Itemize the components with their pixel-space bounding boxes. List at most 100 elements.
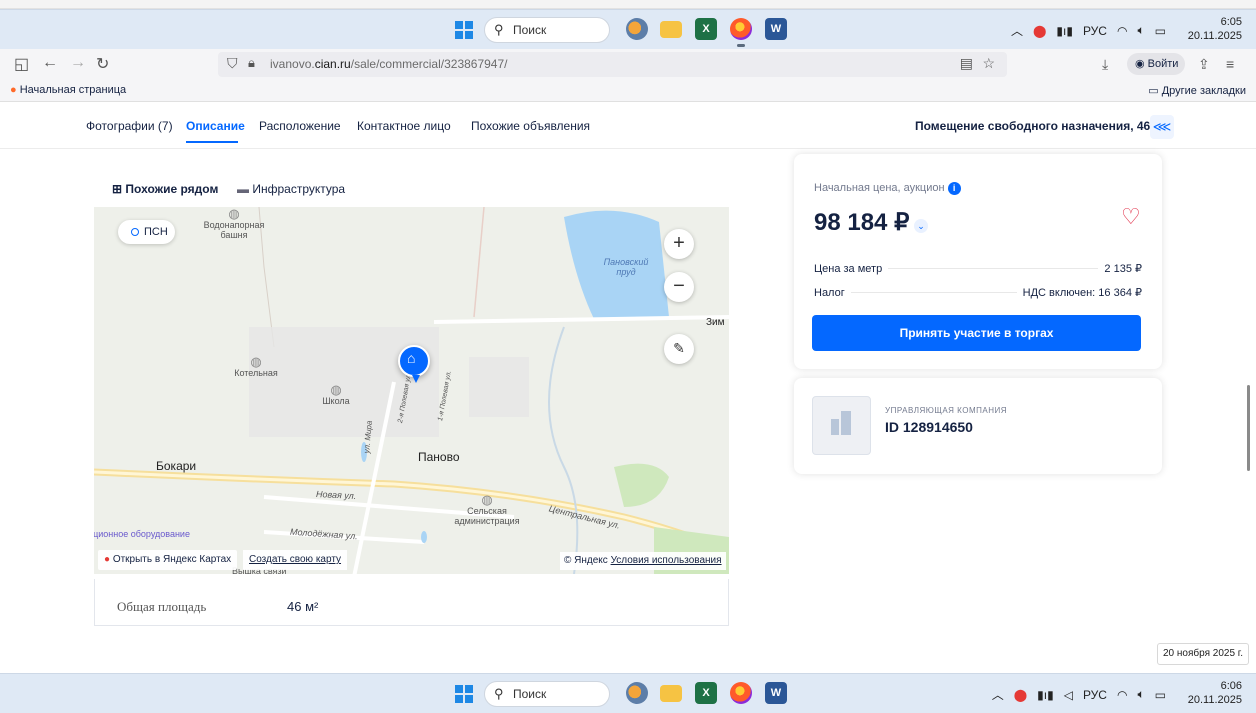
forward-icon[interactable]: → [70,54,86,72]
grid-icon: ⊞ [112,182,123,196]
toggle-infrastructure[interactable]: ▬ Инфраструктура [237,182,345,196]
volume-icon[interactable]: 🔈︎ [1137,687,1144,702]
equalizer-icon[interactable]: ▮ı▮ [1037,688,1054,702]
per-meter-label: Цена за метр [814,263,883,275]
terms-link[interactable]: Условия использования [611,555,722,566]
clock-date: 20.11.2025 [1187,30,1242,42]
psn-chip-label: ПСН [144,226,168,238]
ruler-button[interactable]: ✎ [664,334,694,364]
taskbar-search[interactable]: ⚲ Поиск [484,681,610,707]
url-host: cian.ru [314,57,351,71]
toggle-similar-nearby[interactable]: ⊞ Похожие рядом [112,182,218,196]
firefox-icon[interactable] [730,682,752,704]
bookmark-home[interactable]: ● Начальная страница [10,84,126,96]
wifi-icon[interactable]: ◠ [1117,688,1127,702]
chevron-down-icon[interactable]: ⌄ [914,219,928,233]
login-button[interactable]: ◉ Войти [1127,53,1185,75]
taskbar-search[interactable]: ⚲ Поиск [484,17,610,43]
weather-icon[interactable] [626,18,648,40]
tab-location[interactable]: Расположение [259,119,341,133]
word-icon[interactable]: W [765,18,787,40]
tab-photos[interactable]: Фотографии (7) [86,119,173,133]
weather-icon[interactable] [626,682,648,704]
login-label: Войти [1147,58,1179,70]
active-tab-underline [186,141,238,143]
clock-time: 6:06 [1220,680,1242,692]
clock-date: 20.11.2025 [1187,694,1242,706]
vpn-icon[interactable]: ⬤ [1014,688,1027,702]
windows-start-icon[interactable] [455,21,473,39]
page-scrollbar[interactable] [1247,385,1250,471]
create-map-link[interactable]: Создать свою карту [243,550,348,570]
price-value: 98 184 ₽ [814,209,910,236]
reader-mode-icon[interactable]: ▤ [960,55,973,72]
equalizer-icon[interactable]: ▮ı▮ [1056,24,1073,38]
chevron-up-icon[interactable]: ︿ [1011,22,1023,39]
taskbar-top: ⚲ Поиск X W ︿ ⬤ ▮ı▮ РУС ◠ 🔈︎ ▭ 6:05 20.11… [0,9,1256,49]
word-icon[interactable]: W [765,682,787,704]
ruler-icon: ✎ [673,340,685,356]
zoom-in-button[interactable]: + [664,229,694,259]
excel-icon[interactable]: X [695,18,717,40]
school-icon: ◍ [330,382,342,397]
chevron-up-icon[interactable]: ︿ [992,686,1004,703]
company-caption: УПРАВЛЯЮЩАЯ КОМПАНИЯ [885,406,1008,415]
bookmark-star-icon[interactable]: ☆ [982,55,995,72]
info-icon[interactable]: i [947,182,961,195]
file-explorer-icon[interactable] [660,21,682,38]
map[interactable]: ПСН ◍ Водонапорная башня Пановский пруд ◍… [94,207,729,574]
url-path: /sale/commercial/323867947/ [350,57,508,71]
location-arrow-icon[interactable]: ◁ [1064,688,1073,702]
clock[interactable]: 6:05 20.11.2025 [1188,15,1242,43]
bokari-label: Бокари [156,459,197,473]
novaya-street-label: Новая ул. [315,488,357,502]
language-indicator[interactable]: РУС [1083,24,1107,38]
taskbar-bottom: ⚲ Поиск X W ︿ ⬤ ▮ı▮ ◁ РУС ◠ 🔈︎ ▭ 6:06 20.… [0,673,1256,713]
download-icon[interactable]: ⤓ [1102,56,1108,73]
menu-icon[interactable]: ≡ [1226,56,1234,72]
reload-icon[interactable]: ↻ [96,54,109,74]
bus-icon: ▬ [237,182,249,196]
house-icon: ⌂ [407,350,416,366]
tab-description[interactable]: Описание [186,119,245,133]
address-bar[interactable]: ⛉ 🔒︎ ivanovo.cian.ru/sale/commercial/323… [218,52,1007,77]
zoom-out-button[interactable]: − [664,272,694,302]
admin-label: ◍ Сельская администрация [450,493,524,526]
battery-icon[interactable]: ▭ [1155,24,1166,38]
other-bookmarks-label: Другие закладки [1161,85,1246,97]
wifi-icon[interactable]: ◠ [1117,24,1127,38]
panovo-label: Паново [418,450,460,464]
open-yandex-maps-link[interactable]: ● Открыть в Яндекс Картах [98,550,238,570]
tab-similar[interactable]: Похожие объявления [471,119,590,133]
location-pin[interactable]: ⌂ [398,345,430,383]
share-icon[interactable]: ⇪ [1198,56,1210,73]
open-yandex-label: Открыть в Яндекс Картах [112,554,232,565]
building-icon [831,419,839,435]
copyright-text: © Яндекс [564,555,608,566]
participate-auction-button[interactable]: Принять участие в торгах [812,315,1141,351]
firefox-icon[interactable] [730,18,752,47]
battery-icon[interactable]: ▭ [1155,688,1166,702]
tab-list-icon[interactable]: ◱ [14,54,29,74]
language-indicator[interactable]: РУС [1083,688,1107,702]
company-card[interactable]: УПРАВЛЯЮЩАЯ КОМПАНИЯ ID 128914650 [794,378,1162,474]
price-per-meter-row: Цена за метр 2 135 ₽ [814,262,1142,275]
clock[interactable]: 6:06 20.11.2025 [1188,679,1242,707]
favorite-heart-icon[interactable]: ♡ [1121,204,1141,230]
vpn-icon[interactable]: ⬤ [1033,24,1046,38]
psn-chip[interactable]: ПСН [118,220,175,244]
excel-icon[interactable]: X [695,682,717,704]
url-host-prefix: ivanovo. [270,57,315,71]
lock-icon[interactable]: 🔒︎ [248,55,255,71]
tab-contact[interactable]: Контактное лицо [357,119,451,133]
file-explorer-icon[interactable] [660,685,682,702]
shield-icon[interactable]: ⛉ [227,55,238,72]
volume-icon[interactable]: 🔈︎ [1137,23,1144,38]
school-label: ◍ Школа [316,382,356,406]
back-icon[interactable]: ← [42,54,58,72]
system-tray: ︿ ⬤ ▮ı▮ РУС ◠ 🔈︎ ▭ [1011,22,1166,39]
share-listing-icon[interactable]: ⋘ [1150,115,1174,139]
other-bookmarks[interactable]: ▭ Другие закладки [1148,84,1246,97]
telecom-label: Телекоммуникационное оборудование [94,529,190,539]
windows-start-icon[interactable] [455,685,473,703]
